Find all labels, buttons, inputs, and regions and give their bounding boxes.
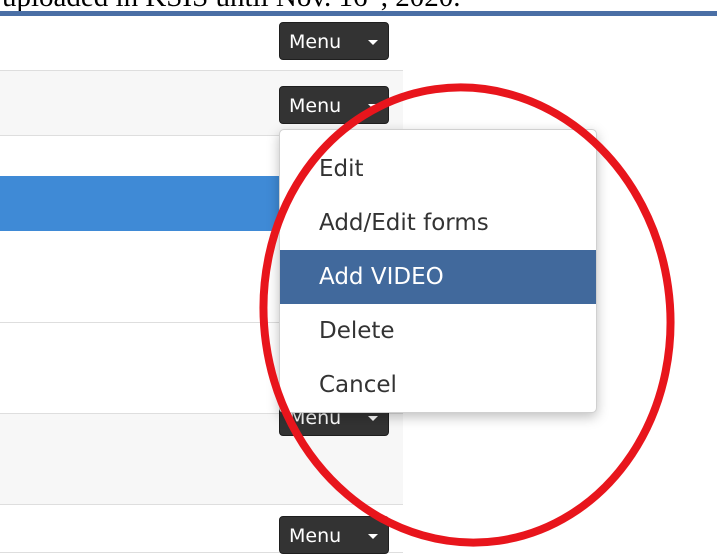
row-menu-button[interactable]: Menu — [279, 516, 389, 554]
row-menu-button[interactable]: Menu — [279, 22, 389, 60]
caret-down-icon — [368, 416, 378, 421]
menu-button-label: Menu — [289, 95, 342, 117]
menu-item-edit[interactable]: Edit — [280, 142, 596, 196]
menu-button-label: Menu — [289, 525, 342, 547]
menu-item-cancel[interactable]: Cancel — [280, 358, 596, 412]
menu-item-add-edit-forms[interactable]: Add/Edit forms — [280, 196, 596, 250]
menu-item-add-video[interactable]: Add VIDEO — [280, 250, 596, 304]
caret-down-icon — [368, 104, 378, 109]
caret-down-icon — [368, 534, 378, 539]
row-menu-button-open[interactable]: Menu — [279, 86, 389, 124]
caret-down-icon — [368, 40, 378, 45]
menu-button-label: Menu — [289, 31, 342, 53]
menu-item-delete[interactable]: Delete — [280, 304, 596, 358]
row-actions-dropdown: Edit Add/Edit forms Add VIDEO Delete Can… — [279, 129, 597, 413]
